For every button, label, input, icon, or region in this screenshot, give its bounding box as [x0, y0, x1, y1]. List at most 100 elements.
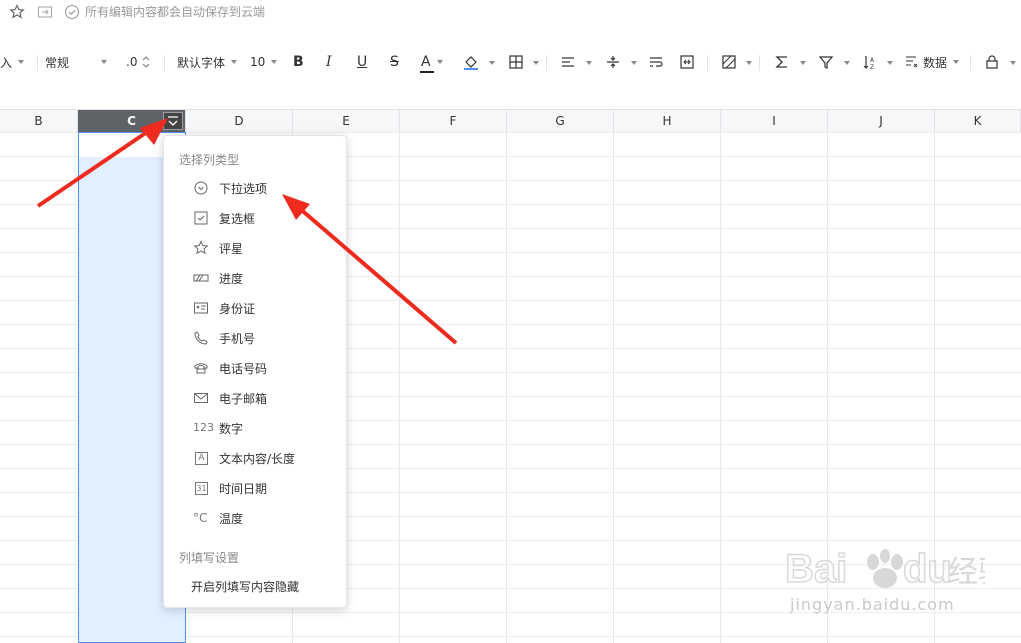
data-icon [906, 56, 918, 68]
fill-color-icon[interactable] [463, 54, 479, 70]
border-icon[interactable] [508, 54, 524, 70]
phone-icon [194, 331, 208, 345]
column-type-button[interactable] [163, 112, 183, 130]
wrap-text-icon[interactable] [648, 54, 664, 70]
menu-item-telephone[interactable]: 电话号码 [164, 353, 346, 383]
dropdown-circle-icon [194, 181, 208, 195]
column-header-e[interactable]: E [293, 110, 400, 132]
font-size-select[interactable]: 10 [250, 53, 278, 71]
menu-item-label: 电话号码 [219, 362, 268, 376]
chevron-down-icon[interactable] [586, 61, 592, 65]
chevron-down-icon [18, 60, 25, 64]
number-format-select[interactable]: 常规 [45, 53, 107, 71]
column-header-i[interactable]: I [721, 110, 828, 132]
font-size-label: 10 [250, 55, 266, 69]
font-family-select[interactable]: 默认字体 [177, 53, 238, 71]
font-family-label: 默认字体 [177, 55, 226, 70]
menu-item-mobile[interactable]: 手机号 [164, 323, 346, 353]
text-color-glyph: A [421, 54, 431, 70]
menu-item-label: 身份证 [219, 302, 256, 316]
saved-check-icon [64, 4, 80, 20]
menu-item-label: 电子邮箱 [219, 392, 268, 406]
underline-button[interactable]: U [357, 53, 367, 71]
sort-icon[interactable]: AZ [862, 54, 878, 70]
column-header-h[interactable]: H [614, 110, 721, 132]
watermark-brand-bai: Bai [785, 547, 847, 591]
menu-item-number[interactable]: 123 数字 [164, 413, 346, 443]
menu-item-id-card[interactable]: 身份证 [164, 293, 346, 323]
chevron-down-icon[interactable] [844, 61, 850, 65]
divider [164, 55, 165, 71]
strikethrough-button[interactable]: S [390, 53, 399, 71]
chevron-down-icon[interactable] [489, 61, 495, 65]
menu-section-title: 选择列类型 [179, 153, 240, 167]
menu-item-label: 时间日期 [219, 482, 268, 496]
menu-item-label: 下拉选项 [219, 182, 268, 196]
bold-button[interactable]: B [293, 53, 304, 71]
menu-item-label: 复选框 [219, 212, 256, 226]
merge-cells-icon[interactable] [679, 54, 695, 70]
filter-icon[interactable] [818, 54, 834, 70]
chevron-down-icon[interactable] [746, 61, 752, 65]
insert-label: 入 [0, 55, 13, 70]
decimal-stepper[interactable]: .0 [126, 53, 150, 71]
star-icon[interactable] [9, 4, 25, 20]
data-menu-label: 数据 [923, 55, 948, 70]
chevron-down-icon[interactable] [631, 61, 637, 65]
id-card-icon [194, 302, 208, 314]
vertical-align-icon[interactable] [605, 54, 621, 70]
menu-item-label: 文本内容/长度 [219, 452, 296, 466]
column-header-d[interactable]: D [186, 110, 293, 132]
column-header-k[interactable]: K [935, 110, 1021, 132]
column-header-j[interactable]: J [828, 110, 935, 132]
align-left-icon[interactable] [560, 54, 576, 70]
menu-item-label: 进度 [219, 272, 244, 286]
menu-item-email[interactable]: 电子邮箱 [164, 383, 346, 413]
menu-item-temperature[interactable]: °C 温度 [164, 503, 346, 533]
menu-item-rating[interactable]: 评星 [164, 233, 346, 263]
column-header-b[interactable]: B [0, 110, 78, 132]
menu-item-checkbox[interactable]: 复选框 [164, 203, 346, 233]
chevron-down-icon [101, 60, 107, 64]
divider [970, 55, 971, 71]
menu-item-dropdown[interactable]: 下拉选项 [164, 173, 346, 203]
column-type-menu: 选择列类型 下拉选项 复选框 评星 进度 身份证 手机号 电话号码 电子邮箱 1… [163, 135, 347, 608]
text-color-button[interactable]: A [421, 53, 443, 71]
column-header-row: B C D E F G H I J K [0, 109, 1021, 133]
chevron-down-icon [271, 60, 278, 64]
menu-item-hide-content[interactable]: 开启列填写内容隐藏 [164, 571, 346, 601]
menu-item-datetime[interactable]: 31 时间日期 [164, 473, 346, 503]
menu-item-label: 数字 [219, 422, 244, 436]
chevron-down-icon[interactable] [887, 61, 893, 65]
stepper-arrows-icon[interactable] [142, 55, 150, 69]
temperature-icon: °C [193, 511, 208, 525]
text-length-icon: A [195, 452, 208, 465]
data-menu[interactable]: 数据 [905, 53, 960, 71]
lock-icon[interactable] [984, 54, 1000, 70]
insert-menu[interactable]: 入 [0, 53, 25, 71]
baidu-jingyan-watermark: Bai du 经验 [784, 534, 1008, 634]
menu-item-label: 温度 [219, 512, 244, 526]
number-icon: 123 [193, 421, 214, 434]
chevron-down-icon[interactable] [1010, 61, 1016, 65]
column-header-f[interactable]: F [400, 110, 507, 132]
chevron-down-icon [953, 60, 960, 64]
chevron-down-icon[interactable] [800, 61, 806, 65]
move-to-icon[interactable] [37, 4, 53, 20]
divider [759, 55, 760, 71]
star-icon [193, 240, 209, 255]
conditional-format-icon[interactable] [721, 54, 737, 70]
chevron-down-icon[interactable] [533, 61, 539, 65]
menu-item-progress[interactable]: 进度 [164, 263, 346, 293]
column-header-g[interactable]: G [507, 110, 614, 132]
save-status-text: 所有编辑内容都会自动保存到云端 [85, 5, 266, 19]
sum-icon[interactable] [774, 54, 790, 70]
column-menu-icon [168, 116, 178, 126]
menu-item-text-length[interactable]: A 文本内容/长度 [164, 443, 346, 473]
svg-text:A: A [870, 57, 875, 64]
top-bar: 所有编辑内容都会自动保存到云端 [0, 0, 1021, 24]
chevron-down-icon [436, 60, 443, 64]
menu-item-label: 评星 [219, 242, 244, 256]
divider [707, 55, 708, 71]
italic-button[interactable]: I [326, 53, 332, 71]
